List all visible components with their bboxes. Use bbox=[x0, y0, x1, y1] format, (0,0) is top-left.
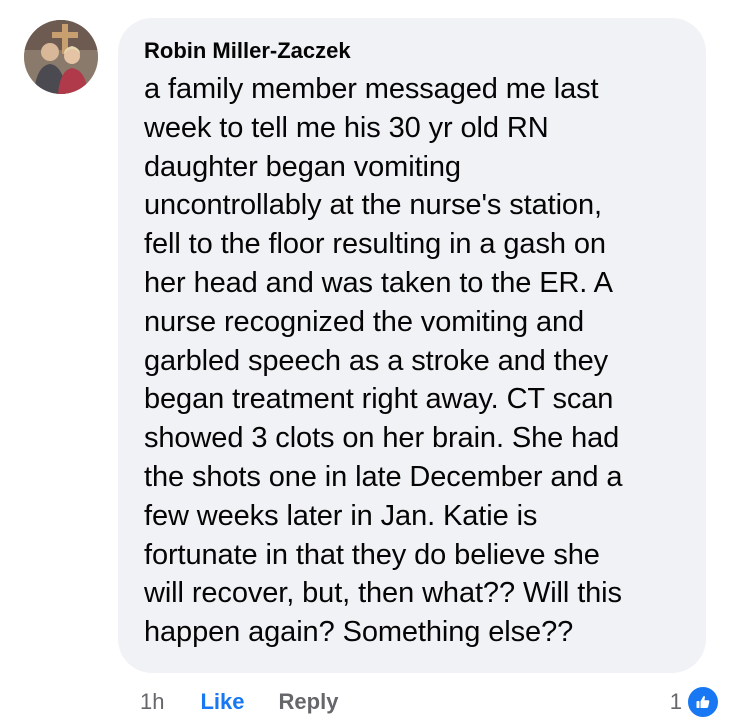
thumbs-up-icon bbox=[686, 685, 720, 719]
comment-line: showed 3 clots on her brain. She had bbox=[144, 422, 620, 455]
comment-line: week to tell me his 30 yr old RN bbox=[144, 111, 549, 144]
comment-line: few weeks later in Jan. Katie is bbox=[144, 499, 538, 532]
profile-photo bbox=[24, 20, 98, 94]
comment-line: will recover, but, then what?? Will this bbox=[144, 577, 622, 610]
comment-line: the shots one in late December and a bbox=[144, 460, 623, 493]
comment-line: her head and was taken to the ER. A bbox=[144, 266, 613, 299]
comment-line: garbled speech as a stroke and they bbox=[144, 344, 609, 377]
comment-bubble: Robin Miller-Zaczek a family member mess… bbox=[118, 18, 706, 673]
comment-text: a family member messaged me last week to… bbox=[144, 70, 680, 652]
reply-button[interactable]: Reply bbox=[279, 689, 339, 715]
comment-author[interactable]: Robin Miller-Zaczek bbox=[144, 38, 680, 64]
comment-line: a family member messaged me last bbox=[144, 73, 599, 105]
avatar[interactable] bbox=[24, 20, 98, 94]
comment-line: fell to the floor resulting in a gash on bbox=[144, 228, 606, 261]
comment-line: nurse recognized the vomiting and bbox=[144, 305, 585, 338]
comment-actions: 1h Like Reply bbox=[140, 684, 338, 720]
comment-line: daughter began vomiting bbox=[144, 150, 461, 183]
comment-line: uncontrollably at the nurse's station, bbox=[144, 189, 602, 222]
timestamp[interactable]: 1h bbox=[140, 689, 164, 715]
reaction-summary[interactable]: 1 bbox=[670, 684, 720, 720]
like-button[interactable]: Like bbox=[200, 689, 244, 715]
comment-line: fortunate in that they do believe she bbox=[144, 538, 600, 571]
reaction-count: 1 bbox=[669, 689, 682, 714]
comment-line: happen again? Something else?? bbox=[144, 616, 574, 649]
comment-line: began treatment right away. CT scan bbox=[144, 383, 614, 416]
